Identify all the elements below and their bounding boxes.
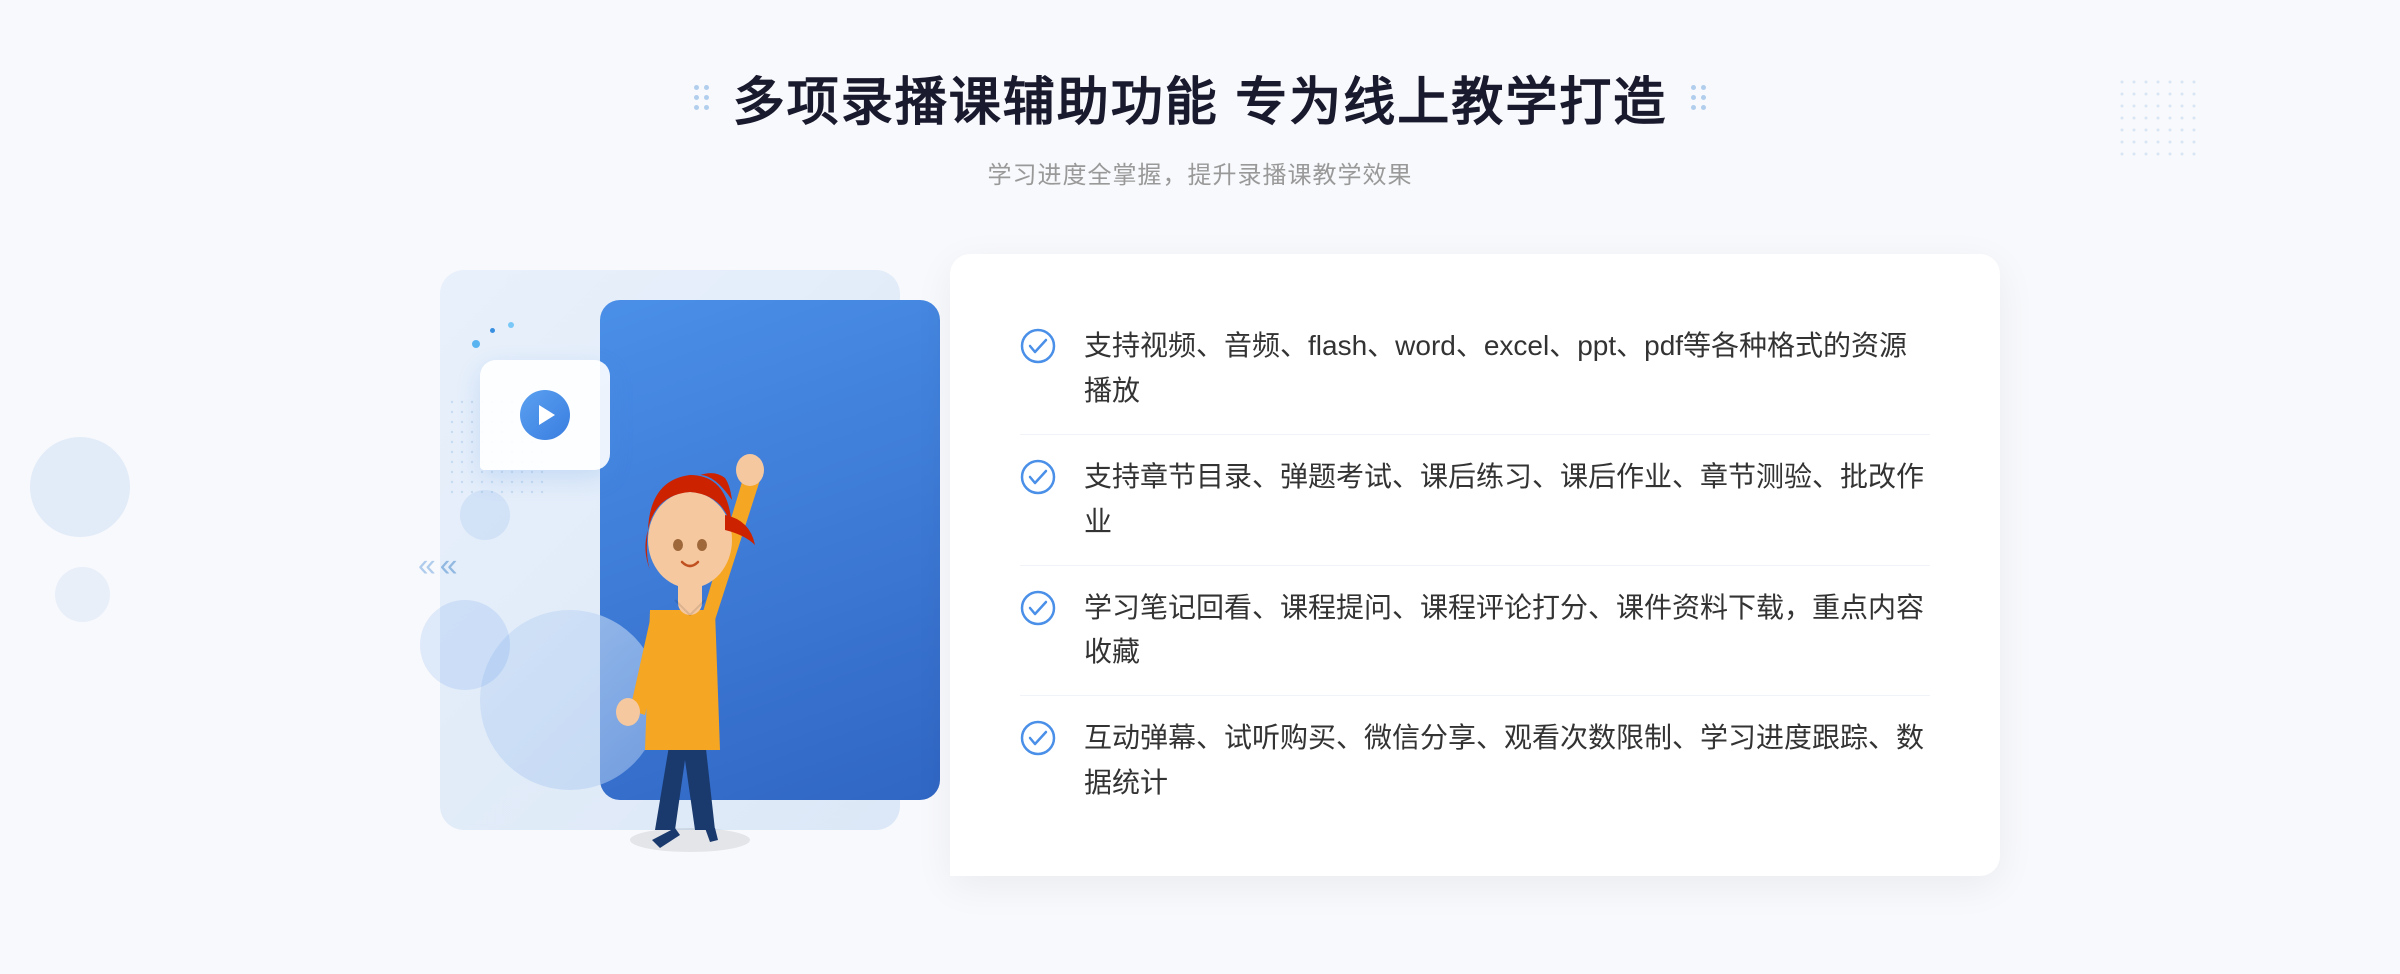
illustration-wrapper: « « bbox=[400, 240, 980, 890]
check-icon-1 bbox=[1020, 328, 1056, 364]
deco-circle-left-large bbox=[30, 437, 130, 537]
feature-item-4: 互动弹幕、试听购买、微信分享、观看次数限制、学习进度跟踪、数据统计 bbox=[1020, 696, 1930, 826]
page-container: 多项录播课辅助功能 专为线上教学打造 学习进度全掌握，提升录播课教学效果 bbox=[0, 0, 2400, 974]
check-icon-2 bbox=[1020, 459, 1056, 495]
feature-text-1: 支持视频、音频、flash、word、excel、ppt、pdf等各种格式的资源… bbox=[1084, 324, 1930, 414]
feature-item-2: 支持章节目录、弹题考试、课后练习、课后作业、章节测验、批改作业 bbox=[1020, 435, 1930, 566]
check-icon-4 bbox=[1020, 720, 1056, 756]
feature-item-3: 学习笔记回看、课程提问、课程评论打分、课件资料下载，重点内容收藏 bbox=[1020, 566, 1930, 697]
content-panel: 支持视频、音频、flash、word、excel、ppt、pdf等各种格式的资源… bbox=[950, 254, 2000, 875]
sparkle-3 bbox=[508, 322, 514, 328]
sparkle-2 bbox=[490, 328, 495, 333]
left-chevrons: « « bbox=[418, 547, 458, 584]
title-row: 多项录播课辅助功能 专为线上教学打造 bbox=[694, 60, 1706, 135]
sparkle-1 bbox=[472, 340, 480, 348]
deco-circle-left-small bbox=[55, 567, 110, 622]
person-illustration bbox=[530, 320, 850, 880]
check-icon-3 bbox=[1020, 590, 1056, 626]
title-decoration-right bbox=[1691, 85, 1706, 110]
dots-pattern-right bbox=[2120, 80, 2200, 165]
deco-circle-small bbox=[420, 600, 510, 690]
feature-text-4: 互动弹幕、试听购买、微信分享、观看次数限制、学习进度跟踪、数据统计 bbox=[1084, 716, 1930, 806]
header-section: 多项录播课辅助功能 专为线上教学打造 学习进度全掌握，提升录播课教学效果 bbox=[694, 0, 1706, 190]
page-subtitle: 学习进度全掌握，提升录播课教学效果 bbox=[694, 155, 1706, 190]
page-title: 多项录播课辅助功能 专为线上教学打造 bbox=[733, 60, 1667, 135]
title-decoration-left bbox=[694, 85, 709, 110]
feature-text-3: 学习笔记回看、课程提问、课程评论打分、课件资料下载，重点内容收藏 bbox=[1084, 586, 1930, 676]
feature-text-2: 支持章节目录、弹题考试、课后练习、课后作业、章节测验、批改作业 bbox=[1084, 455, 1930, 545]
feature-item-1: 支持视频、音频、flash、word、excel、ppt、pdf等各种格式的资源… bbox=[1020, 304, 1930, 435]
main-content: « « 支持视频、音频、flash、word、excel、ppt、pdf等各种格… bbox=[400, 240, 2000, 890]
